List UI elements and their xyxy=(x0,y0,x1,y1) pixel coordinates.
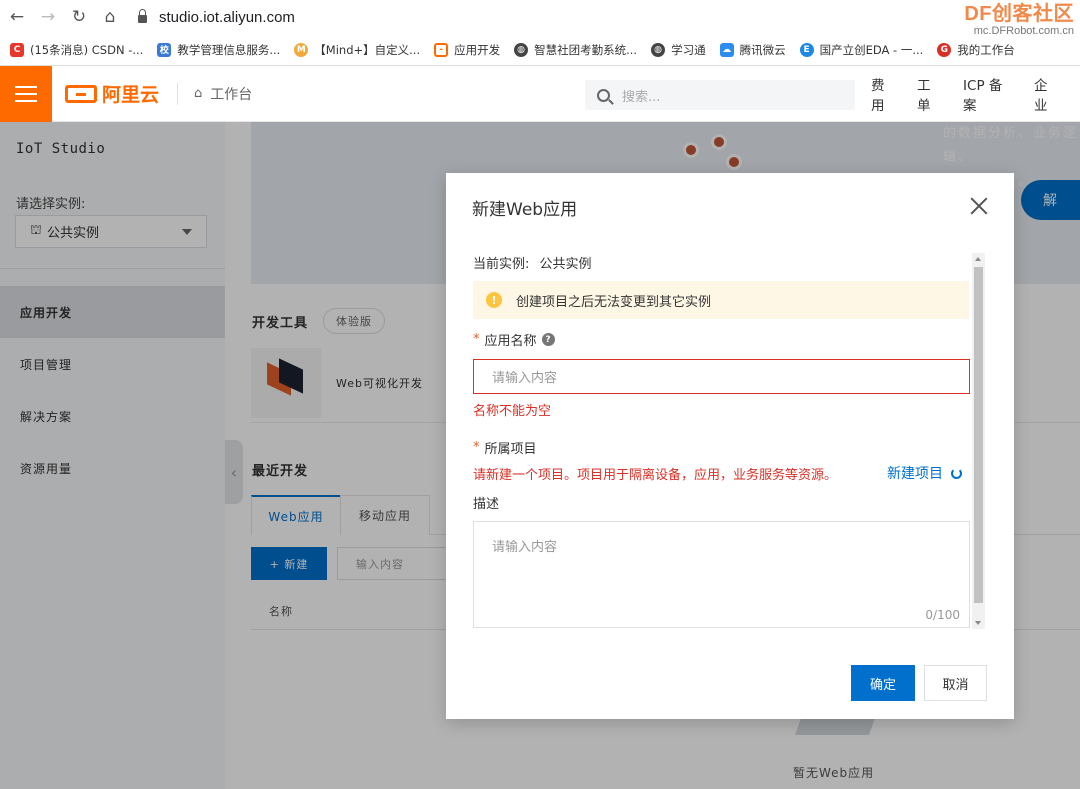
header-link-enterprise[interactable]: 企业 xyxy=(1034,74,1060,114)
school-icon: 校 xyxy=(157,42,172,57)
bookmark-csdn[interactable]: C (15条消息) CSDN -... xyxy=(10,42,143,58)
required-mark: * xyxy=(473,440,480,455)
cloud-icon: ☁ xyxy=(719,42,734,57)
current-instance-label: 当前实例: xyxy=(473,257,530,272)
browser-address-bar: ← → ↻ ⌂ studio.iot.aliyun.com DF创客社区 mc.… xyxy=(0,0,1080,37)
bookmark-eda[interactable]: E 国产立创EDA - 一... xyxy=(799,42,923,58)
confirm-button[interactable]: 确定 xyxy=(851,665,915,701)
search-icon xyxy=(597,88,610,102)
new-project-link[interactable]: 新建项目 xyxy=(887,463,962,483)
bookmark-workbench[interactable]: G 我的工作台 xyxy=(937,42,1015,58)
scroll-down-icon[interactable] xyxy=(975,621,981,625)
current-instance: 当前实例: 公共实例 xyxy=(473,253,592,272)
bookmark-mind[interactable]: M 【Mind+】自定义... xyxy=(294,42,420,58)
back-icon[interactable]: ← xyxy=(3,3,31,31)
watermark: DF创客社区 mc.DFRobot.com.cn xyxy=(964,3,1074,37)
app-name-label: * 应用名称 ? xyxy=(473,330,555,349)
reload-icon[interactable]: ↻ xyxy=(65,3,93,31)
description-label: 描述 xyxy=(473,497,500,512)
close-icon[interactable] xyxy=(968,195,990,217)
header-divider xyxy=(177,82,179,105)
help-icon[interactable]: ? xyxy=(541,333,555,346)
char-counter: 0/100 xyxy=(925,608,960,622)
current-instance-value: 公共实例 xyxy=(539,257,592,272)
lock-icon xyxy=(138,9,147,23)
warning-icon: ! xyxy=(486,292,502,308)
url-text[interactable]: studio.iot.aliyun.com xyxy=(159,9,295,26)
bookmark-club[interactable]: ◍ 智慧社团考勤系统... xyxy=(514,42,637,58)
warning-text: 创建项目之后无法变更到其它实例 xyxy=(516,294,712,310)
bookmark-weiyun[interactable]: ☁ 腾讯微云 xyxy=(719,42,786,58)
workbench-icon: G xyxy=(937,42,952,57)
app-header: 阿里云 ⌂ 工作台 搜索... 费用 工单 ICP 备案 企业 xyxy=(0,65,1080,122)
header-link-icp[interactable]: ICP 备案 xyxy=(963,74,1014,114)
bookmark-appdev[interactable]: - 应用开发 xyxy=(434,42,500,58)
project-hint: 请新建一个项目。项目用于隔离设备，应用，业务服务等资源。 xyxy=(473,468,838,483)
bookmark-school[interactable]: 校教学管理信息服务... xyxy=(157,42,280,58)
description-placeholder: 请输入内容 xyxy=(492,540,558,555)
app-name-input[interactable]: 请输入内容 xyxy=(473,359,970,394)
scrollbar-thumb[interactable] xyxy=(974,267,983,603)
refresh-icon[interactable] xyxy=(951,467,962,479)
description-textarea[interactable]: 请输入内容 0/100 xyxy=(473,521,970,628)
dialog-scrollbar[interactable] xyxy=(972,253,985,629)
header-link-fee[interactable]: 费用 xyxy=(871,74,897,114)
menu-icon[interactable] xyxy=(0,65,52,122)
header-link-ticket[interactable]: 工单 xyxy=(917,74,943,114)
aliyun-icon: - xyxy=(434,42,449,57)
mind-icon: M xyxy=(294,42,309,57)
bookmarks-bar: C (15条消息) CSDN -... 校教学管理信息服务... M 【Mind+】… xyxy=(0,34,1080,66)
workbench-label: 工作台 xyxy=(210,86,253,103)
header-search-placeholder: 搜索... xyxy=(622,89,661,105)
workbench-link[interactable]: ⌂ 工作台 xyxy=(194,84,252,104)
forward-icon[interactable]: → xyxy=(34,3,62,31)
app-name-error: 名称不能为空 xyxy=(473,404,552,419)
url-field[interactable]: studio.iot.aliyun.com xyxy=(138,3,295,31)
csdn-icon: C xyxy=(10,42,24,57)
home-icon: ⌂ xyxy=(194,86,203,101)
project-label: * 所属项目 xyxy=(473,440,537,457)
header-links: 费用 工单 ICP 备案 企业 xyxy=(871,66,1080,122)
home-icon[interactable]: ⌂ xyxy=(96,3,124,31)
bookmark-xuexitong[interactable]: ◍ 学习通 xyxy=(651,42,706,58)
dialog-title: 新建Web应用 xyxy=(472,200,578,220)
new-web-app-dialog: 新建Web应用 当前实例: 公共实例 ! 创建项目之后无法变更到其它实例 * 应… xyxy=(446,173,1014,719)
watermark-title: DF创客社区 xyxy=(964,3,1074,25)
required-mark: * xyxy=(473,332,480,347)
aliyun-logo-mark xyxy=(65,84,97,103)
globe-icon: ◍ xyxy=(514,42,529,57)
header-search[interactable]: 搜索... xyxy=(585,80,855,110)
logo-text: 阿里云 xyxy=(102,84,160,106)
eda-icon: E xyxy=(799,42,814,57)
cancel-button[interactable]: 取消 xyxy=(924,665,987,701)
instance-warning: ! 创建项目之后无法变更到其它实例 xyxy=(473,281,969,319)
aliyun-logo[interactable]: 阿里云 xyxy=(65,80,159,107)
globe-icon: ◍ xyxy=(651,42,666,57)
scroll-up-icon[interactable] xyxy=(975,257,981,261)
